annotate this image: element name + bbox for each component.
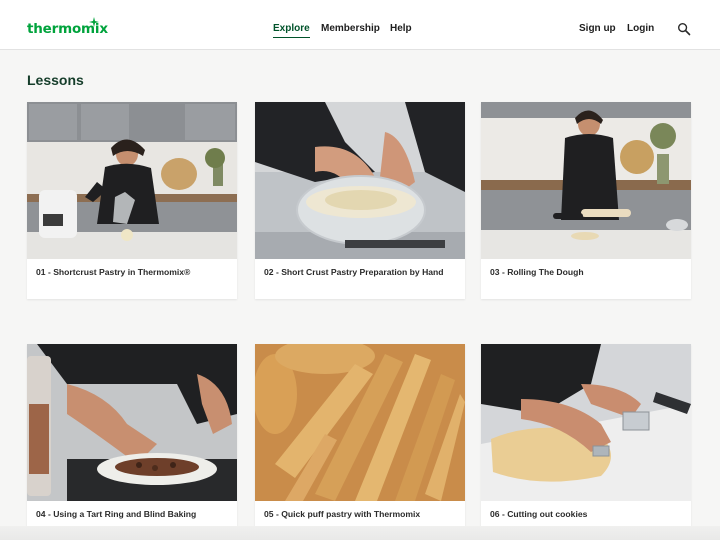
lesson-card-01[interactable]: 01 - Shortcrust Pastry in Thermomix®	[27, 102, 237, 299]
search-icon[interactable]	[677, 22, 691, 36]
lesson-thumbnail-02	[255, 102, 465, 259]
lesson-title[interactable]: 05 - Quick puff pastry with Thermomix	[264, 509, 420, 520]
lesson-thumbnail-01	[27, 102, 237, 259]
signup-link[interactable]: Sign up	[579, 22, 616, 36]
top-header: thermomix Explore Membership Help Sign u…	[0, 0, 720, 50]
nav-explore[interactable]: Explore	[273, 22, 310, 38]
lesson-card-03[interactable]: 03 - Rolling The Dough	[481, 102, 691, 299]
lesson-title[interactable]: 04 - Using a Tart Ring and Blind Baking	[36, 509, 196, 520]
logo-star-icon	[89, 17, 99, 27]
lesson-title[interactable]: 03 - Rolling The Dough	[490, 267, 584, 278]
lesson-thumbnail-05	[255, 344, 465, 501]
footer-edge	[0, 526, 720, 540]
nav-membership[interactable]: Membership	[321, 22, 380, 36]
login-link[interactable]: Login	[627, 22, 654, 36]
lesson-card-02[interactable]: 02 - Short Crust Pastry Preparation by H…	[255, 102, 465, 299]
page-title: Lessons	[27, 72, 84, 88]
nav-help[interactable]: Help	[390, 22, 412, 36]
lesson-title[interactable]: 02 - Short Crust Pastry Preparation by H…	[264, 267, 444, 278]
lesson-card-06[interactable]: 06 - Cutting out cookies	[481, 344, 691, 540]
lesson-title[interactable]: 06 - Cutting out cookies	[490, 509, 587, 520]
lesson-thumbnail-03	[481, 102, 691, 259]
lesson-thumbnail-06	[481, 344, 691, 501]
lesson-card-04[interactable]: 04 - Using a Tart Ring and Blind Baking	[27, 344, 237, 540]
lesson-title[interactable]: 01 - Shortcrust Pastry in Thermomix®	[36, 267, 190, 278]
lesson-thumbnail-04	[27, 344, 237, 501]
lesson-card-05[interactable]: 05 - Quick puff pastry with Thermomix	[255, 344, 465, 540]
